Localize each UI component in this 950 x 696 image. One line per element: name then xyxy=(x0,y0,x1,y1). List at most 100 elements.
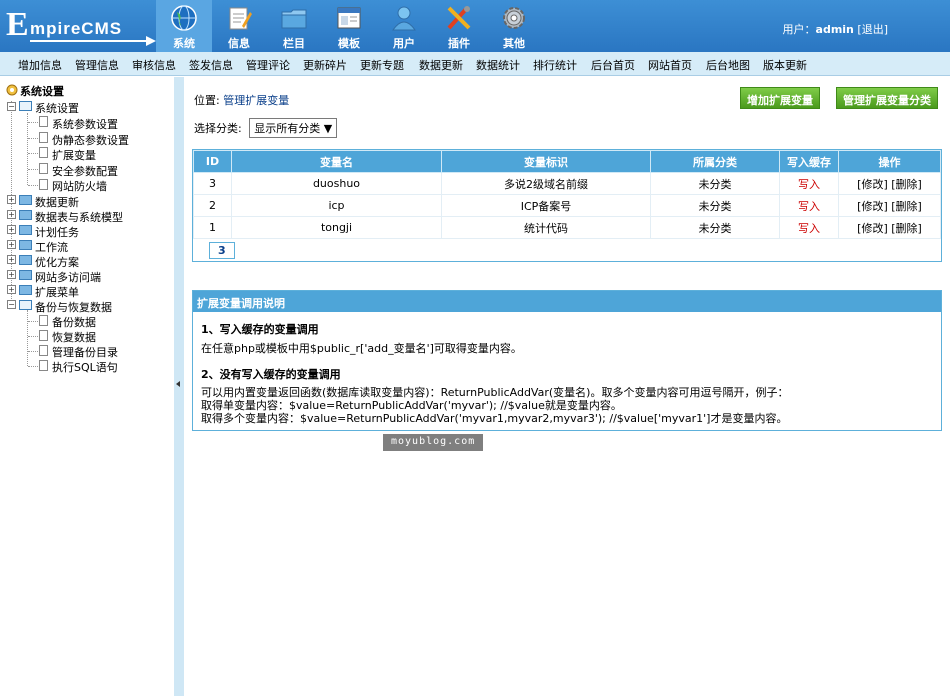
topnav-other[interactable]: 其他 xyxy=(486,0,542,52)
manage-ext-var-category-button[interactable]: 管理扩展变量分类 xyxy=(836,87,938,109)
sidebar-title: 系统设置 xyxy=(20,85,64,98)
topnav-system[interactable]: 系统 xyxy=(156,0,212,52)
collapse-arrow-icon[interactable] xyxy=(176,381,180,387)
topnav-other-label: 其他 xyxy=(503,37,525,50)
cell-cache: 写入 xyxy=(779,194,839,217)
user-prefix: 用户： xyxy=(782,23,816,36)
cell-var-tag: 多说2级域名前缀 xyxy=(441,172,651,195)
collapse-icon[interactable]: − xyxy=(7,300,16,309)
cell-var-name: tongji xyxy=(231,216,442,239)
sidebar-item-scheduled[interactable]: 计划任务 xyxy=(35,224,79,240)
sidebar-item-ext-menu[interactable]: 扩展菜单 xyxy=(35,284,79,300)
expand-icon[interactable]: + xyxy=(7,195,16,204)
expand-icon[interactable]: + xyxy=(7,210,16,219)
folder-icon xyxy=(19,270,32,280)
header-cache: 写入缓存 xyxy=(779,150,839,173)
folder-open-icon xyxy=(19,300,32,310)
breadcrumb-link[interactable]: 管理扩展变量 xyxy=(223,94,289,107)
logout-link[interactable]: [退出] xyxy=(857,23,888,36)
cell-id: 3 xyxy=(193,172,232,195)
topnav-template[interactable]: 模板 xyxy=(321,0,377,52)
sidebar-item-security[interactable]: 安全参数配置 xyxy=(52,163,118,179)
topnav-plugin[interactable]: 插件 xyxy=(431,0,487,52)
cell-id: 1 xyxy=(193,216,232,239)
sidebar-item-exec-sql[interactable]: 执行SQL语句 xyxy=(52,359,118,375)
page-icon xyxy=(39,116,48,127)
menu-manage-info[interactable]: 管理信息 xyxy=(75,57,119,73)
folder-icon xyxy=(19,195,32,205)
expand-icon[interactable]: + xyxy=(7,285,16,294)
breadcrumb: 位置: 管理扩展变量 xyxy=(194,92,289,108)
cell-var-tag: 统计代码 xyxy=(441,216,651,239)
menu-update-fragments[interactable]: 更新碎片 xyxy=(303,57,347,73)
sidebar-item-data-update[interactable]: 数据更新 xyxy=(35,194,79,210)
sidebar-item-backup-data[interactable]: 备份数据 xyxy=(52,314,96,330)
cell-actions[interactable]: [修改] [删除] xyxy=(838,172,941,195)
add-ext-var-button[interactable]: 增加扩展变量 xyxy=(740,87,820,109)
sidebar-item-system-settings[interactable]: 系统设置 xyxy=(35,100,79,116)
cell-actions[interactable]: [修改] [删除] xyxy=(838,216,941,239)
logo-underline xyxy=(30,40,148,42)
expand-icon[interactable]: + xyxy=(7,270,16,279)
cell-actions[interactable]: [修改] [删除] xyxy=(838,194,941,217)
user-info: 用户：admin [退出] xyxy=(783,21,888,37)
tools-icon xyxy=(447,6,471,30)
topnav-user[interactable]: 用户 xyxy=(376,0,432,52)
sidebar-item-pseudo-static[interactable]: 伪静态参数设置 xyxy=(52,132,129,148)
logo-text: mpireCMS xyxy=(30,19,123,38)
help-heading-cached: 1、写入缓存的变量调用 xyxy=(201,323,319,336)
table-header-row: ID 变量名 变量标识 所属分类 写入缓存 操作 xyxy=(193,150,941,173)
topnav-info[interactable]: 信息 xyxy=(211,0,267,52)
menu-data-stats[interactable]: 数据统计 xyxy=(476,57,520,73)
cell-category: 未分类 xyxy=(650,216,780,239)
menu-sign-info[interactable]: 签发信息 xyxy=(189,57,233,73)
expand-icon[interactable]: + xyxy=(7,240,16,249)
menu-version-update[interactable]: 版本更新 xyxy=(763,57,807,73)
collapse-icon[interactable]: − xyxy=(7,102,16,111)
sidebar-splitter[interactable] xyxy=(174,77,184,696)
category-select[interactable]: 显示所有分类 ▼ xyxy=(249,118,338,138)
category-select-value: 显示所有分类 xyxy=(254,122,321,135)
cell-category: 未分类 xyxy=(650,172,780,195)
sidebar-item-ext-vars[interactable]: 扩展变量 xyxy=(52,147,96,163)
page-icon xyxy=(39,360,48,371)
topnav-user-label: 用户 xyxy=(393,37,415,50)
topnav-column[interactable]: 栏目 xyxy=(266,0,322,52)
menu-review-info[interactable]: 审核信息 xyxy=(132,57,176,73)
sidebar-item-restore-data[interactable]: 恢复数据 xyxy=(52,329,96,345)
help-text-uncached: 可以用内置变量返回函数(数据库读取变量内容)：ReturnPublicAddVa… xyxy=(201,386,789,425)
expand-icon[interactable]: + xyxy=(7,255,16,264)
menu-data-update[interactable]: 数据更新 xyxy=(419,57,463,73)
cell-cache: 写入 xyxy=(779,172,839,195)
sidebar-item-firewall[interactable]: 网站防火墙 xyxy=(52,178,107,194)
sidebar-item-backup[interactable]: 备份与恢复数据 xyxy=(35,299,112,315)
sidebar-item-datatables[interactable]: 数据表与系统模型 xyxy=(35,209,123,225)
expand-icon[interactable]: + xyxy=(7,225,16,234)
sidebar-item-multi-access[interactable]: 网站多访问端 xyxy=(35,269,101,285)
category-filter: 选择分类: 显示所有分类 ▼ xyxy=(194,118,338,138)
sidebar-tree: 系统设置 − 系统设置 系统参数设置 伪静态参数设置 扩展变量 安全参数配置 网… xyxy=(0,77,174,696)
page-icon xyxy=(39,345,48,356)
cell-category: 未分类 xyxy=(650,194,780,217)
page-count[interactable]: 3 xyxy=(209,242,235,259)
menu-admin-home[interactable]: 后台首页 xyxy=(591,57,635,73)
sidebar-item-backup-dir[interactable]: 管理备份目录 xyxy=(52,344,118,360)
folder-icon xyxy=(19,210,32,220)
menu-site-home[interactable]: 网站首页 xyxy=(648,57,692,73)
help-panel: 扩展变量调用说明 1、写入缓存的变量调用 在任意php或模板中用$public_… xyxy=(192,290,942,431)
sidebar-item-optimize[interactable]: 优化方案 xyxy=(35,254,79,270)
header-id: ID xyxy=(193,150,232,173)
empirecms-logo[interactable]: E mpireCMS xyxy=(6,6,156,46)
menu-admin-map[interactable]: 后台地图 xyxy=(706,57,750,73)
cell-cache: 写入 xyxy=(779,216,839,239)
page-icon xyxy=(39,330,48,341)
sidebar-item-system-params[interactable]: 系统参数设置 xyxy=(52,116,118,132)
menu-manage-comments[interactable]: 管理评论 xyxy=(246,57,290,73)
folder-icon xyxy=(19,255,32,265)
menu-update-topics[interactable]: 更新专题 xyxy=(360,57,404,73)
main-content: 位置: 管理扩展变量 增加扩展变量 管理扩展变量分类 选择分类: 显示所有分类 … xyxy=(184,77,950,696)
menu-rank-stats[interactable]: 排行统计 xyxy=(533,57,577,73)
sidebar-item-workflow[interactable]: 工作流 xyxy=(35,239,68,255)
topnav-system-label: 系统 xyxy=(173,37,195,50)
menu-add-info[interactable]: 增加信息 xyxy=(18,57,62,73)
